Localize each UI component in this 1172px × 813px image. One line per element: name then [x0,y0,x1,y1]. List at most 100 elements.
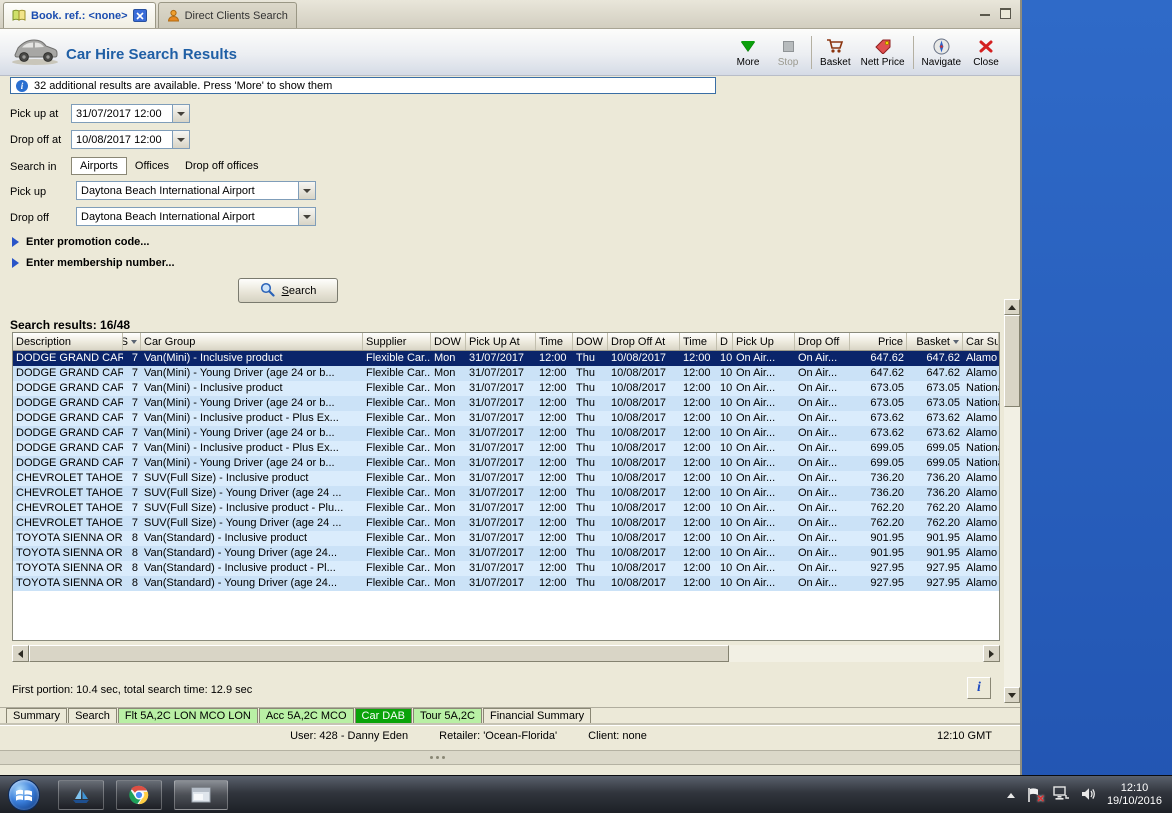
scroll-up-icon[interactable] [1004,299,1020,315]
result-row[interactable]: DODGE GRAND CAR... 7 Van(Mini) - Young Dri… [13,366,999,381]
taskbar-clock[interactable]: 12:10 19/10/2016 [1107,782,1168,808]
column-header[interactable]: Pick Up [733,333,795,350]
tab-drop-off-offices[interactable]: Drop off offices [177,158,267,174]
column-header[interactable]: DOW [431,333,466,350]
speaker-icon[interactable] [1081,787,1096,804]
result-row[interactable]: CHEVROLET TAHOE ... 7 SUV(Full Size) - Inc… [13,471,999,486]
membership-number-toggle[interactable]: Enter membership number... [12,257,175,269]
result-row[interactable]: TOYOTA SIENNA OR ... 8 Van(Standard) - You… [13,576,999,591]
column-label: Drop Off [798,335,840,348]
result-cell: On Air... [798,532,838,544]
result-row[interactable]: CHEVROLET TAHOE ... 7 SUV(Full Size) - Inc… [13,501,999,516]
promotion-code-toggle[interactable]: Enter promotion code... [12,236,149,248]
minimize-icon[interactable] [978,6,992,18]
result-cell: 901.95 [870,547,904,559]
dropoff-at-combo[interactable]: 10/08/2017 12:00 [71,130,190,149]
result-cell: Thu [576,352,595,364]
column-header[interactable]: Time [680,333,717,350]
column-header[interactable]: S [123,333,141,350]
bottom-tab-summary[interactable]: Summary [6,708,68,725]
bottom-tab-car-dab[interactable]: Car DAB [354,708,412,725]
bottom-tab-acc-5a-2c-mco[interactable]: Acc 5A,2C MCO [258,708,354,725]
column-header[interactable]: Time [536,333,573,350]
taskbar-app-booking[interactable] [58,780,104,810]
nett-price-button[interactable]: Nett Price [856,30,910,75]
result-row[interactable]: CHEVROLET TAHOE ... 7 SUV(Full Size) - You… [13,486,999,501]
bottom-tab-flt-5a-2c-lon-mco-lon[interactable]: Flt 5A,2C LON MCO LON [117,708,258,725]
column-header[interactable]: Car Group [141,333,363,350]
result-cell: DODGE GRAND CAR... [16,427,123,439]
info-button[interactable]: i [967,677,991,699]
column-header[interactable]: Description [13,333,123,350]
basket-button[interactable]: Basket [815,30,856,75]
tab-direct-clients-search[interactable]: Direct Clients Search [157,2,297,28]
scrollbar-thumb[interactable] [29,645,729,662]
result-row[interactable]: DODGE GRAND CAR... 7 Van(Mini) - Inclusive… [13,411,999,426]
splitter-grip-icon[interactable] [430,756,445,759]
network-icon[interactable] [1053,786,1070,804]
column-header[interactable]: Pick Up At [466,333,536,350]
column-header[interactable]: Basket [907,333,963,350]
action-center-flag-icon[interactable]: ✕ [1026,787,1045,805]
result-cell: On Air... [736,517,776,529]
pickup-location-combo[interactable]: Daytona Beach International Airport [76,181,316,200]
chevron-down-icon[interactable] [298,208,315,225]
dropoff-location-combo[interactable]: Daytona Beach International Airport [76,207,316,226]
result-row[interactable]: DODGE GRAND CAR... 7 Van(Mini) - Inclusive… [13,351,999,366]
result-row[interactable]: DODGE GRAND CAR... 7 Van(Mini) - Young Dri… [13,426,999,441]
column-header[interactable]: Drop Off [795,333,850,350]
table-horizontal-scrollbar[interactable] [12,645,1000,662]
bottom-tab-financial-summary[interactable]: Financial Summary [482,708,592,725]
bottom-tab-search[interactable]: Search [68,708,117,725]
result-row[interactable]: DODGE GRAND CAR... 7 Van(Mini) - Inclusive… [13,381,999,396]
expand-arrow-icon [12,258,19,268]
expand-arrow-icon [12,237,19,247]
result-cell: 10/08/2017 [611,562,667,574]
scroll-down-icon[interactable] [1004,687,1020,703]
taskbar-app-window[interactable] [174,780,228,810]
pickup-at-combo[interactable]: 31/07/2017 12:00 [71,104,190,123]
column-header[interactable]: DOW [573,333,608,350]
result-cell: On Air... [736,577,776,589]
tab-airports[interactable]: Airports [71,157,127,175]
result-cell: 7 [131,517,138,529]
result-row[interactable]: DODGE GRAND CAR... 7 Van(Mini) - Young Dri… [13,396,999,411]
result-cell: Mon [434,472,456,484]
window-horizontal-scrollbar[interactable] [0,750,1020,765]
chevron-down-icon[interactable] [172,131,189,148]
hidden-icons-arrow-icon[interactable] [1006,792,1015,798]
scroll-right-icon[interactable] [983,645,1000,662]
tab-close-icon[interactable] [132,9,147,22]
result-row[interactable]: TOYOTA SIENNA OR ... 8 Van(Standard) - Inc… [13,561,999,576]
result-row[interactable]: DODGE GRAND CAR... 7 Van(Mini) - Inclusive… [13,441,999,456]
taskbar-app-browser[interactable] [116,780,162,810]
navigate-button[interactable]: Navigate [917,30,966,75]
search-button[interactable]: Search [238,278,338,303]
tab-offices[interactable]: Offices [127,158,177,174]
column-header[interactable]: Supplier [363,333,431,350]
result-cell: Flexible Car... [366,577,431,589]
chevron-down-icon[interactable] [172,105,189,122]
column-header[interactable]: Drop Off At [608,333,680,350]
more-button[interactable]: More [728,30,768,75]
bottom-tab-tour-5a-2c[interactable]: Tour 5A,2C [412,708,482,725]
chevron-down-icon[interactable] [298,182,315,199]
result-row[interactable]: CHEVROLET TAHOE ... 7 SUV(Full Size) - You… [13,516,999,531]
restore-icon[interactable] [998,6,1012,19]
scroll-left-icon[interactable] [12,645,29,662]
column-header[interactable]: Price [850,333,907,350]
vertical-scrollbar[interactable] [1004,299,1020,703]
result-row[interactable]: TOYOTA SIENNA OR ... 8 Van(Standard) - You… [13,546,999,561]
close-button[interactable]: Close [966,30,1006,75]
result-cell: 647.62 [870,367,904,379]
start-button[interactable] [8,779,40,811]
tab-booking-ref[interactable]: Book. ref.: <none> [3,2,156,28]
column-header[interactable]: Car Su... [963,333,999,350]
result-cell: Van(Mini) - Young Driver (age 24 or b... [144,367,335,379]
result-row[interactable]: DODGE GRAND CAR... 7 Van(Mini) - Young Dri… [13,456,999,471]
result-cell: Van(Mini) - Young Driver (age 24 or b... [144,427,335,439]
result-cell: 736.20 [870,487,904,499]
result-row[interactable]: TOYOTA SIENNA OR ... 8 Van(Standard) - Inc… [13,531,999,546]
scrollbar-thumb[interactable] [1004,315,1020,407]
column-header[interactable]: D [717,333,733,350]
